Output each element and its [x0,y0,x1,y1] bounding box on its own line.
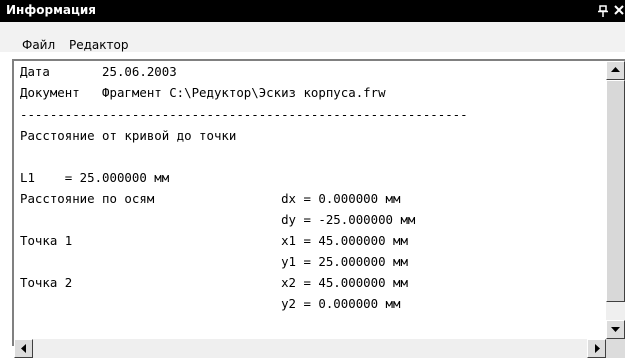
scroll-down-button[interactable] [606,320,625,339]
scroll-right-button[interactable] [587,339,606,358]
menu-bar: Файл Редактор [0,22,625,52]
arrow-down-icon [611,327,620,332]
report-heading: Расстояние от кривой до точки [20,128,237,143]
arrow-right-icon [595,344,600,353]
bottom-edge [0,358,625,364]
arrow-left-icon [21,344,26,353]
date-line: Дата 25.06.2003 [20,64,177,79]
menu-edit[interactable]: Редактор [69,38,128,52]
document-line: Документ Фрагмент C:\Редуктор\Эскиз корп… [20,85,386,100]
menu-file[interactable]: Файл [22,38,55,52]
point1-y-line: y1 = 25.000000 мм [20,254,408,269]
report-text-area[interactable]: Дата 25.06.2003 Документ Фрагмент C:\Ред… [20,64,605,344]
scroll-left-button[interactable] [14,339,33,358]
information-window: Информация Файл Редактор Дата 25.06.2003… [0,0,625,364]
scroll-up-button[interactable] [606,61,625,80]
scrollbar-corner [606,339,625,358]
dy-line: dy = -25.000000 мм [20,212,416,227]
point2-x-line: Точка 2 x2 = 45.000000 мм [20,275,408,290]
window-title: Информация [6,3,96,17]
pin-icon[interactable] [598,4,608,18]
point1-x-line: Точка 1 x1 = 45.000000 мм [20,233,408,248]
title-bar[interactable]: Информация [0,0,625,22]
vertical-scroll-thumb[interactable] [606,80,625,302]
point2-y-line: y2 = 0.000000 мм [20,296,401,311]
axes-distance-line: Расстояние по осям dx = 0.000000 мм [20,191,401,206]
horizontal-scrollbar[interactable] [14,339,606,358]
arrow-up-icon [611,67,620,72]
l1-line: L1 = 25.000000 мм [20,170,170,185]
close-icon[interactable] [613,3,625,17]
separator-line: ----------------------------------------… [20,107,468,122]
